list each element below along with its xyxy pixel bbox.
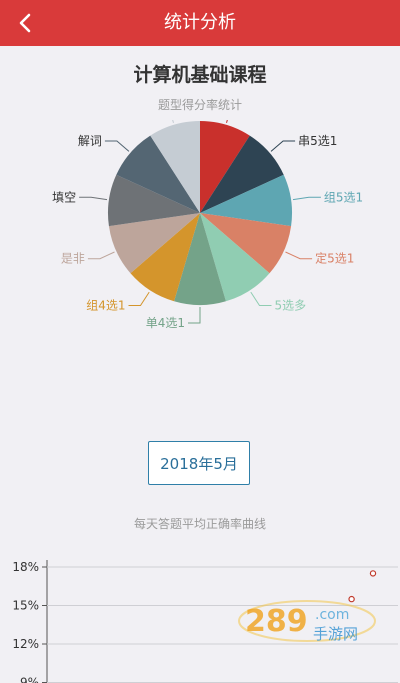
pie-slice-label: 定5选1: [315, 251, 354, 266]
pie-leader-line: [292, 196, 321, 201]
app-header: 统计分析: [0, 0, 400, 46]
pie-slice-label: 组4选1: [86, 299, 125, 313]
y-tick-label: 9%: [20, 676, 39, 683]
pie-leader-line: [128, 291, 150, 306]
pie-leader-line: [285, 251, 313, 260]
pie-leader-line: [270, 140, 296, 152]
pie-leader-line: [226, 120, 228, 123]
course-title: 计算机基础课程: [133, 64, 267, 86]
y-tick-label: 15%: [12, 599, 39, 613]
pie-slice-label: 5选多: [275, 299, 307, 313]
month-selector-button[interactable]: 2018年5月: [148, 441, 250, 485]
pie-chart-subtitle: 题型得分率统计: [157, 98, 242, 112]
svg-text:289: 289: [245, 604, 308, 639]
pie-leader-line: [79, 196, 108, 201]
page-title: 统计分析: [164, 12, 236, 33]
pie-slice-label: 组5选1: [324, 190, 363, 204]
pie-chart: 单5选1串5选1组5选1定5选15选多单4选1组4选1是非填空解词问答: [52, 120, 363, 330]
y-tick-label: 12%: [12, 637, 39, 651]
pie-leader-line: [172, 120, 174, 123]
pie-slice-label: 填空: [52, 190, 76, 204]
pie-leader-line: [87, 251, 115, 260]
pie-slice-label: 是非: [61, 252, 85, 266]
pie-leader-line: [250, 291, 272, 306]
pie-leader-line: [188, 307, 201, 324]
y-tick-label: 18%: [12, 560, 39, 574]
pie-slice-label: 串5选1: [298, 134, 337, 148]
line-chart-title: 每天答题平均正确率曲线: [133, 517, 266, 531]
svg-text:手游网: 手游网: [313, 625, 358, 643]
pie-slice-label: 解词: [78, 134, 102, 148]
watermark-logo: 289 .com 手游网: [238, 600, 376, 643]
pie-leader-line: [104, 140, 130, 152]
svg-text:.com: .com: [315, 607, 349, 623]
pie-slice-label: 单4选1: [146, 316, 185, 330]
data-point: [369, 570, 377, 577]
